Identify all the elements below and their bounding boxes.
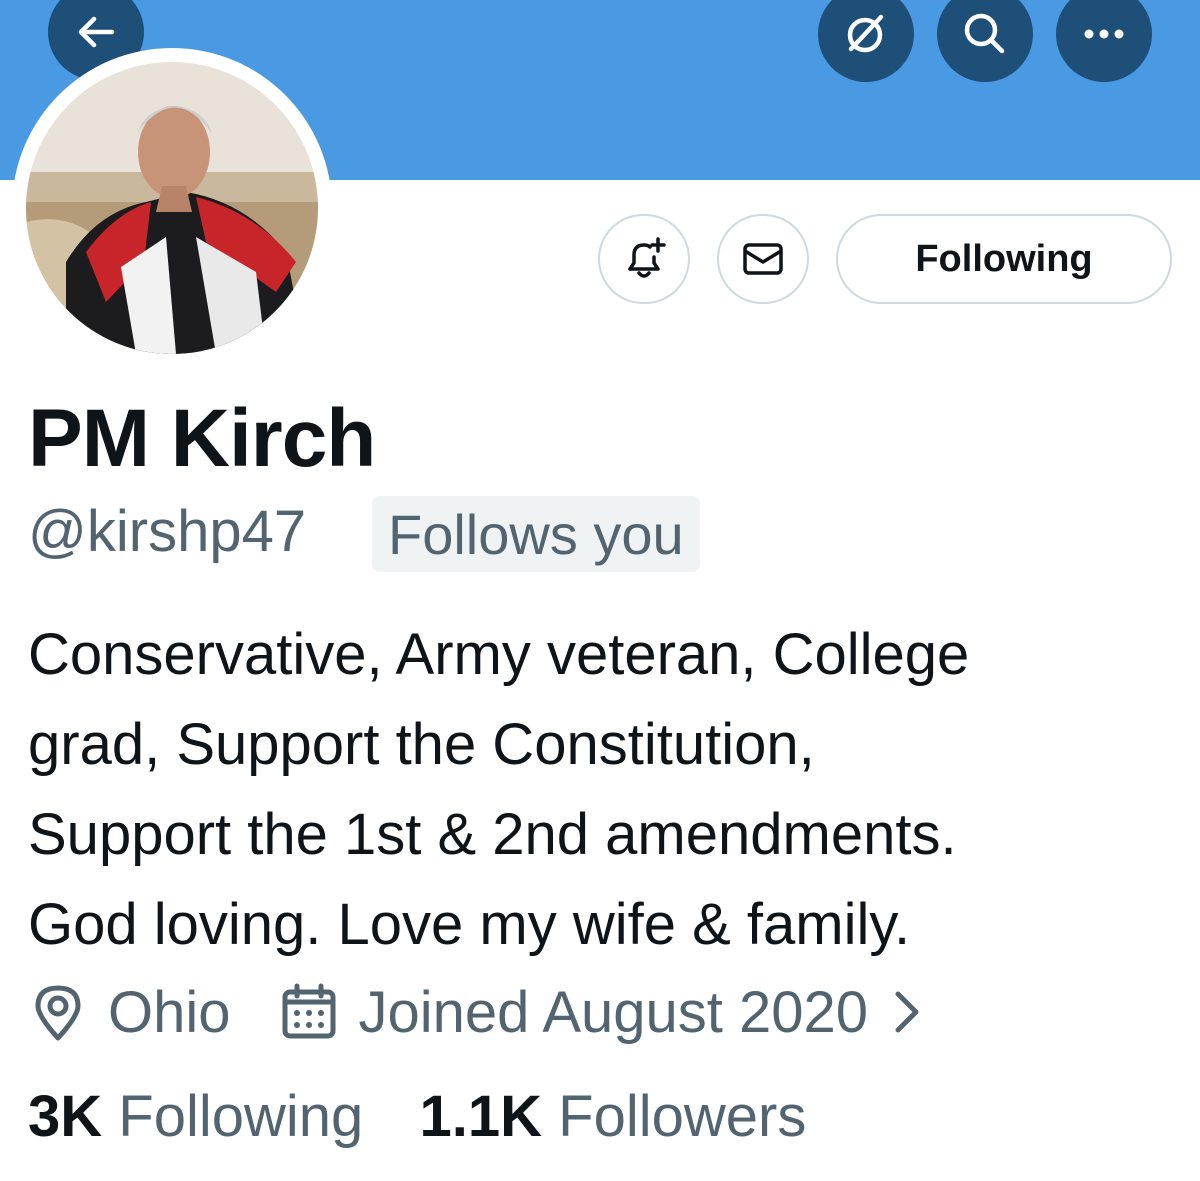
bio-line: Conservative, Army veteran, College [28,622,970,687]
envelope-icon [743,243,783,275]
following-stat-label: Following [118,1084,364,1149]
follows-you-badge: Follows you [372,496,700,572]
calendar-icon [282,983,336,1039]
avatar-frame[interactable] [12,48,332,368]
notify-button[interactable] [598,214,690,304]
bio-line: Support the 1st & 2nd amendments. [28,802,957,867]
more-dots-icon [1084,29,1124,39]
arrow-left-icon [78,16,115,48]
chevron-right-icon[interactable] [888,982,928,1042]
following-button[interactable]: Following [836,214,1172,304]
avatar[interactable] [26,62,318,354]
profile-bio: Conservative, Army veteran, College grad… [28,610,1178,970]
location-text: Ohio [108,979,231,1045]
profile-name: PM Kirch [28,393,376,484]
search-icon [964,13,1005,54]
message-button[interactable] [717,214,809,304]
followers-stat-label: Followers [558,1084,807,1149]
bell-plus-icon [628,237,666,278]
profile-meta: Ohio Joined August 2020 [28,972,928,1052]
followers-count: 1.1K [419,1084,543,1149]
followers-stat[interactable]: 1.1K Followers [420,1084,807,1149]
circle-slash-icon [847,14,884,53]
following-stat[interactable]: 3K Following [28,1084,363,1149]
bio-line: grad, Support the Constitution, [28,712,815,777]
following-count: 3K [28,1084,103,1149]
profile-stats: 3K Following 1.1K Followers [28,1088,806,1146]
location-pin-icon [35,985,81,1041]
bio-line: God loving. Love my wife & family. [28,892,911,957]
profile-photo [26,62,318,354]
joined-date[interactable]: Joined August 2020 [359,979,869,1046]
profile-handle: @kirshp47 [28,499,307,564]
